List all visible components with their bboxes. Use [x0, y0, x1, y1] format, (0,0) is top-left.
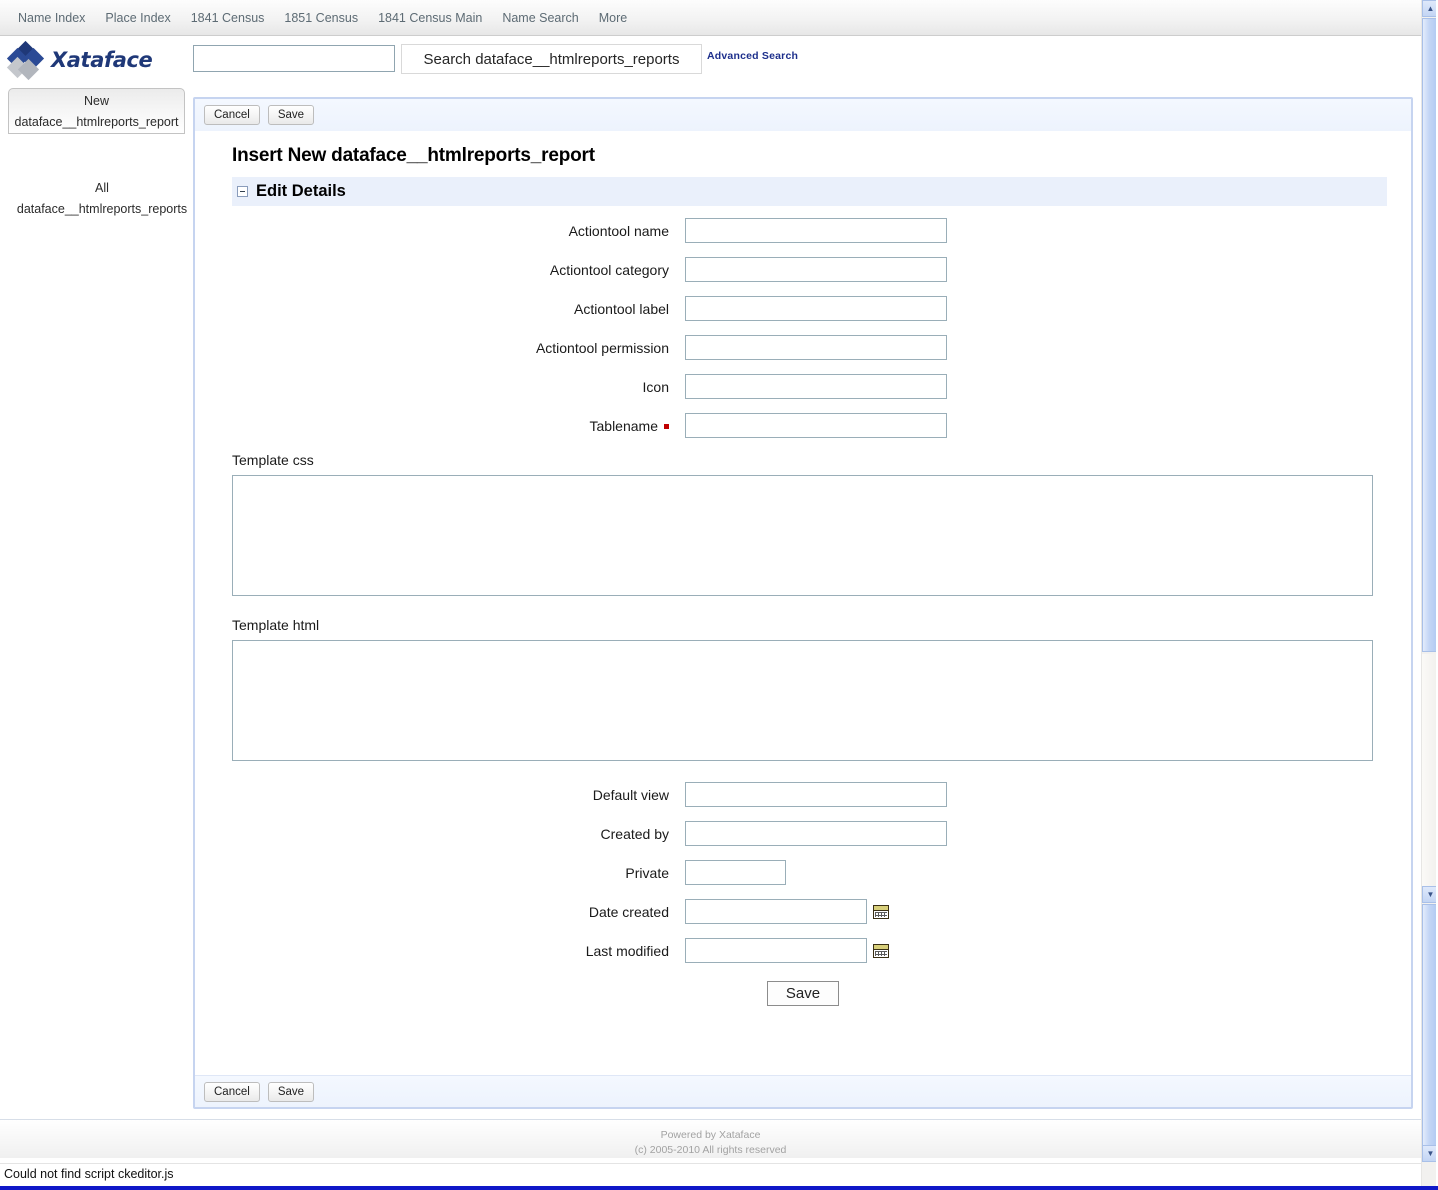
calendar-icon[interactable] [873, 904, 889, 919]
form-row: Date created [195, 899, 1411, 924]
form-row: Actiontool label [195, 296, 1411, 321]
input-default-view[interactable] [685, 782, 947, 807]
save-button-bottom[interactable]: Save [267, 1081, 315, 1102]
topnav-item-1841-census-main[interactable]: 1841 Census Main [368, 11, 492, 25]
footer-line-copyright: (c) 2005-2010 All rights reserved [634, 1144, 787, 1156]
form-row: Actiontool permission [195, 335, 1411, 360]
textarea-label: Template css [232, 452, 314, 468]
save-button-top[interactable]: Save [267, 105, 315, 125]
topnav-item-place-index[interactable]: Place Index [95, 11, 180, 25]
input-actiontool-category[interactable] [685, 257, 947, 282]
form-row: Created by [195, 821, 1411, 846]
textarea-template-css[interactable] [232, 475, 1373, 596]
xataface-logo[interactable]: Xataface [6, 40, 153, 81]
field-label: Actiontool name [568, 222, 669, 239]
field-label: Actiontool label [574, 300, 669, 317]
input-date-created[interactable] [685, 899, 867, 924]
field-label: Created by [600, 825, 669, 842]
all-link-line1: All [95, 181, 109, 195]
section-title: Edit Details [256, 182, 346, 200]
page-title: Insert New dataface__htmlreports_report [232, 145, 595, 166]
save-center-wrapper: Save [195, 981, 1411, 1006]
edit-form: Actiontool name Actiontool category Action… [195, 218, 1411, 1006]
field-label: Icon [642, 378, 669, 395]
input-tablename[interactable] [685, 413, 947, 438]
collapse-minus-icon[interactable] [237, 186, 248, 197]
textarea-block: Template html [232, 617, 1411, 766]
input-created-by[interactable] [685, 821, 947, 846]
form-row: Actiontool name [195, 218, 1411, 243]
top-toolbar: Cancel Save [195, 99, 1411, 131]
logo-text: Xataface [51, 48, 153, 72]
topnav-item-name-search[interactable]: Name Search [492, 11, 588, 25]
advanced-search-link[interactable]: Advanced Search [707, 50, 798, 62]
topnav-item-more[interactable]: More [589, 11, 637, 25]
required-marker-icon [664, 423, 669, 429]
form-row: Actiontool category [195, 257, 1411, 282]
search-button[interactable]: Search dataface__htmlreports_reports [401, 44, 702, 74]
sidebar-tab-new-record[interactable]: New dataface__htmlreports_report [8, 88, 185, 134]
form-row: Tablename [195, 413, 1411, 438]
save-button-center[interactable]: Save [766, 981, 840, 1006]
topnav-item-1851-census[interactable]: 1851 Census [274, 11, 368, 25]
field-label: Private [625, 864, 669, 881]
taskbar-strip [0, 1186, 1438, 1190]
field-group-bottom: Default view Created by Private Date create… [195, 782, 1411, 963]
input-actiontool-name[interactable] [685, 218, 947, 243]
cancel-button-bottom[interactable]: Cancel [204, 1081, 260, 1102]
field-label: Tablename [195, 418, 685, 434]
form-row: Default view [195, 782, 1411, 807]
field-label: Default view [592, 786, 669, 803]
form-row: Private [195, 860, 1411, 885]
field-label: Last modified [585, 942, 669, 959]
input-last-modified[interactable] [685, 938, 867, 963]
edit-details-section-header: Edit Details [232, 177, 1387, 206]
sidebar-item-all-records[interactable]: All dataface__htmlreports_reports [12, 178, 192, 220]
input-icon[interactable] [685, 374, 947, 399]
bottom-toolbar: Cancel Save [195, 1075, 1411, 1107]
textarea-block: Template css [232, 452, 1411, 601]
form-row: Last modified [195, 938, 1411, 963]
form-row: Icon [195, 374, 1411, 399]
footer-line-powered-by: Powered by Xataface [660, 1129, 761, 1141]
diamond-logo-icon [6, 40, 45, 81]
browser-status-bar: Could not find script ckeditor.js [0, 1163, 1421, 1186]
cancel-button-top[interactable]: Cancel [204, 105, 260, 125]
field-label: Actiontool category [549, 261, 669, 278]
textarea-template-html[interactable] [232, 640, 1373, 761]
field-label: Actiontool permission [535, 339, 669, 356]
site-footer: Powered by Xataface (c) 2005-2010 All ri… [0, 1120, 1421, 1158]
field-group-top: Actiontool name Actiontool category Action… [195, 218, 1411, 438]
topnav-item-name-index[interactable]: Name Index [8, 11, 95, 25]
all-link-line2: dataface__htmlreports_reports [16, 202, 188, 216]
tab-new-line2: dataface__htmlreports_report [14, 115, 179, 129]
textarea-group: Template css Template html [195, 452, 1411, 766]
textarea-label: Template html [232, 617, 320, 633]
input-actiontool-permission[interactable] [685, 335, 947, 360]
field-label: Date created [588, 903, 669, 920]
input-private[interactable] [685, 860, 786, 885]
topnav-item-1841-census[interactable]: 1841 Census [181, 11, 275, 25]
top-navigation-bar: Name Index Place Index 1841 Census 1851 Cen… [0, 0, 1421, 36]
input-actiontool-label[interactable] [685, 296, 947, 321]
browser-page: Name Index Place Index 1841 Census 1851 Cen… [0, 0, 1438, 1190]
calendar-icon[interactable] [873, 943, 889, 958]
main-content-panel: Cancel Save Insert New dataface__htmlrep… [193, 97, 1413, 1109]
search-input[interactable] [193, 45, 395, 72]
tab-new-line1: New [83, 94, 109, 108]
